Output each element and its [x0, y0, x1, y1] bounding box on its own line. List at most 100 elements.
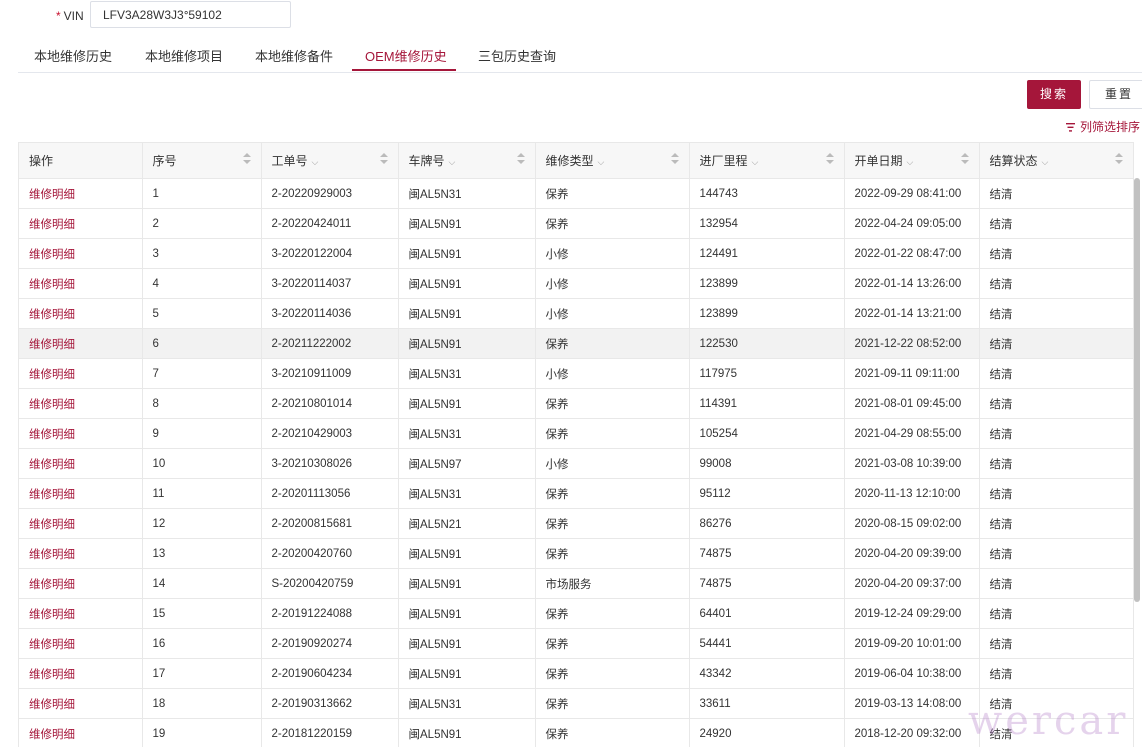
sort-caret-icon[interactable]: [670, 153, 679, 167]
row-mileage: 24920: [689, 718, 845, 747]
column-header-order-no[interactable]: 工单号 ⌵: [261, 142, 399, 179]
row-seq: 17: [142, 658, 262, 689]
sort-caret-icon[interactable]: [1114, 153, 1123, 167]
row-mileage: 144743: [689, 178, 845, 209]
column-header-plate-no[interactable]: 车牌号 ⌵: [398, 142, 536, 179]
repair-detail-link[interactable]: 维修明细: [19, 208, 143, 239]
row-order-no: 3-20220114036: [261, 298, 399, 329]
repair-detail-link[interactable]: 维修明细: [19, 538, 143, 569]
row-settlement-status: 结清: [979, 328, 1134, 359]
row-order-no: 3-20210308026: [261, 448, 399, 479]
row-plate-no: 闽AL5N91: [398, 208, 536, 239]
column-header-mileage[interactable]: 进厂里程 ⌵: [689, 142, 845, 179]
table-row: 维修明细 3 3-20220122004 闽AL5N91 小修 124491 2022-01…: [19, 238, 1134, 269]
chevron-down-icon[interactable]: ⌵: [1042, 157, 1049, 168]
row-seq: 14: [142, 568, 262, 599]
tab-warranty-history[interactable]: 三包历史查询: [478, 46, 556, 65]
row-open-date: 2020-11-13 12:10:00: [844, 478, 980, 509]
row-plate-no: 闽AL5N31: [398, 358, 536, 389]
repair-detail-link[interactable]: 维修明细: [19, 178, 143, 209]
row-open-date: 2022-01-22 08:47:00: [844, 238, 980, 269]
repair-detail-link[interactable]: 维修明细: [19, 568, 143, 599]
row-repair-type: 保养: [535, 628, 690, 659]
reset-button[interactable]: 重置: [1089, 80, 1142, 109]
repair-detail-link[interactable]: 维修明细: [19, 268, 143, 299]
row-order-no: S-20200420759: [261, 568, 399, 599]
row-seq: 4: [142, 268, 262, 299]
row-repair-type: 保养: [535, 658, 690, 689]
row-order-no: 2-20211222002: [261, 328, 399, 359]
table-row: 维修明细 4 3-20220114037 闽AL5N91 小修 123899 2022-01…: [19, 268, 1134, 299]
row-seq: 12: [142, 508, 262, 539]
chevron-down-icon[interactable]: ⌵: [312, 157, 319, 168]
table-row: 维修明细 13 2-20200420760 闽AL5N91 保养 74875 2020-04…: [19, 538, 1134, 569]
repair-detail-link[interactable]: 维修明细: [19, 658, 143, 689]
row-settlement-status: 结清: [979, 508, 1134, 539]
row-settlement-status: 结清: [979, 448, 1134, 479]
row-settlement-status: 结清: [979, 358, 1134, 389]
repair-detail-link[interactable]: 维修明细: [19, 478, 143, 509]
table-scrollbar[interactable]: [1134, 178, 1140, 602]
column-header-settlement-status[interactable]: 结算状态 ⌵: [979, 142, 1134, 179]
repair-detail-link[interactable]: 维修明细: [19, 688, 143, 719]
row-open-date: 2018-12-20 09:32:00: [844, 718, 980, 747]
sort-caret-icon[interactable]: [960, 153, 969, 167]
row-seq: 18: [142, 688, 262, 719]
row-plate-no: 闽AL5N91: [398, 658, 536, 689]
row-order-no: 3-20210911009: [261, 358, 399, 389]
row-mileage: 86276: [689, 508, 845, 539]
row-mileage: 43342: [689, 658, 845, 689]
row-open-date: 2020-04-20 09:37:00: [844, 568, 980, 599]
vin-input[interactable]: [90, 1, 291, 28]
sort-caret-icon[interactable]: [516, 153, 525, 167]
row-repair-type: 保养: [535, 208, 690, 239]
repair-detail-link[interactable]: 维修明细: [19, 358, 143, 389]
row-open-date: 2020-08-15 09:02:00: [844, 508, 980, 539]
repair-detail-link[interactable]: 维修明细: [19, 598, 143, 629]
tab-local-repair-items[interactable]: 本地维修项目: [145, 46, 223, 65]
table-row: 维修明细 12 2-20200815681 闽AL5N21 保养 86276 2020-08…: [19, 508, 1134, 539]
column-filter-sort-button[interactable]: 列筛选排序: [1066, 118, 1140, 135]
repair-detail-link[interactable]: 维修明细: [19, 388, 143, 419]
table-row: 维修明细 8 2-20210801014 闽AL5N91 保养 114391 2021-08…: [19, 388, 1134, 419]
repair-detail-link[interactable]: 维修明细: [19, 238, 143, 269]
row-repair-type: 市场服务: [535, 568, 690, 599]
row-plate-no: 闽AL5N91: [398, 568, 536, 599]
row-order-no: 2-20190604234: [261, 658, 399, 689]
chevron-down-icon[interactable]: ⌵: [449, 157, 456, 168]
row-seq: 16: [142, 628, 262, 659]
column-header-open-date[interactable]: 开单日期 ⌵: [844, 142, 980, 179]
row-plate-no: 闽AL5N91: [398, 598, 536, 629]
column-header-seq[interactable]: 序号: [142, 142, 262, 179]
tab-local-repair-history[interactable]: 本地维修历史: [34, 46, 112, 65]
sort-caret-icon[interactable]: [242, 153, 251, 167]
tab-local-repair-parts[interactable]: 本地维修备件: [255, 46, 333, 65]
row-order-no: 2-20181220159: [261, 718, 399, 747]
row-plate-no: 闽AL5N31: [398, 688, 536, 719]
row-plate-no: 闽AL5N91: [398, 268, 536, 299]
repair-detail-link[interactable]: 维修明细: [19, 718, 143, 747]
chevron-down-icon[interactable]: ⌵: [752, 157, 759, 168]
chevron-down-icon[interactable]: ⌵: [598, 157, 605, 168]
sort-caret-icon[interactable]: [379, 153, 388, 167]
tab-oem-repair-history[interactable]: OEM维修历史: [365, 46, 447, 65]
row-plate-no: 闽AL5N91: [398, 718, 536, 747]
sort-caret-icon[interactable]: [825, 153, 834, 167]
repair-detail-link[interactable]: 维修明细: [19, 328, 143, 359]
repair-detail-link[interactable]: 维修明细: [19, 448, 143, 479]
column-header-repair-type[interactable]: 维修类型 ⌵: [535, 142, 690, 179]
search-button[interactable]: 搜索: [1027, 80, 1081, 109]
row-seq: 11: [142, 478, 262, 509]
row-repair-type: 保养: [535, 718, 690, 747]
repair-detail-link[interactable]: 维修明细: [19, 298, 143, 329]
row-settlement-status: 结清: [979, 628, 1134, 659]
chevron-down-icon[interactable]: ⌵: [907, 157, 914, 168]
repair-detail-link[interactable]: 维修明细: [19, 508, 143, 539]
row-settlement-status: 结清: [979, 268, 1134, 299]
repair-detail-link[interactable]: 维修明细: [19, 418, 143, 449]
tab-bar: 本地维修历史 本地维修项目 本地维修备件 OEM维修历史 三包历史查询: [18, 38, 1142, 73]
row-seq: 7: [142, 358, 262, 389]
oem-repair-history-table: 操作 序号 工单号 ⌵ 车牌号 ⌵ 维修类型 ⌵ 进厂里程 ⌵ 开单日期 ⌵ 结算状态 ⌵ …: [18, 142, 1142, 747]
table-row: 维修明细 6 2-20211222002 闽AL5N91 保养 122530 2021-12…: [19, 328, 1134, 359]
repair-detail-link[interactable]: 维修明细: [19, 628, 143, 659]
